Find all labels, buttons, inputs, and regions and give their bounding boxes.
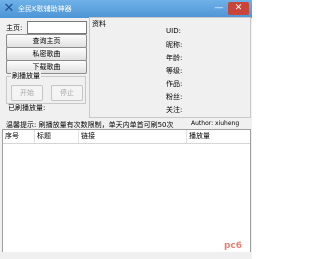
column-header-link[interactable]: 链接 (79, 130, 187, 143)
level-label: 等级: (166, 67, 183, 75)
column-header-title[interactable]: 标题 (35, 130, 79, 143)
watermark-logo: pc6 (223, 241, 243, 251)
minimize-button[interactable]: — (211, 2, 227, 15)
status-bar (0, 252, 252, 259)
stop-button[interactable]: 停止 (51, 85, 83, 101)
play-count-group: 刷播放量 开始 停止 (6, 71, 86, 104)
uid-label: UID: (166, 27, 181, 35)
column-header-index[interactable]: 序号 (3, 130, 35, 143)
profile-panel: 资料 UID: 昵称: 年龄: 等级: 作品: 粉丝: 关注: (89, 17, 251, 118)
profile-title: 资料 (92, 20, 106, 28)
start-button[interactable]: 开始 (11, 85, 43, 101)
column-header-plays[interactable]: 播放量 (187, 130, 250, 143)
played-count-label: 已刷播放量: (8, 104, 46, 112)
table-header: 序号 标题 链接 播放量 (3, 130, 250, 144)
homepage-input[interactable] (27, 21, 87, 34)
play-count-group-title: 刷播放量 (11, 71, 41, 81)
songs-table[interactable]: 序号 标题 链接 播放量 (2, 129, 251, 254)
x-logo-icon: ✕ (3, 1, 15, 16)
query-homepage-button[interactable]: 查询主页 (6, 34, 87, 48)
homepage-label: 主页: (6, 24, 23, 32)
age-label: 年龄: (166, 54, 183, 62)
following-label: 关注: (166, 106, 183, 114)
window-title: 全民K歌辅助神器 (18, 5, 72, 13)
title-bar[interactable]: ✕ 全民K歌辅助神器 — ✕ (0, 0, 252, 18)
close-button[interactable]: ✕ (228, 2, 249, 15)
works-label: 作品: (166, 80, 183, 88)
author-text: Author: xiuheng (191, 120, 240, 127)
private-songs-button[interactable]: 私密歌曲 (6, 47, 87, 61)
nickname-label: 昵称: (166, 41, 183, 49)
fans-label: 粉丝: (166, 93, 183, 101)
app-window: ✕ 全民K歌辅助神器 — ✕ 主页: 查询主页 私密歌曲 下载歌曲 刷播放量 开… (0, 0, 252, 259)
